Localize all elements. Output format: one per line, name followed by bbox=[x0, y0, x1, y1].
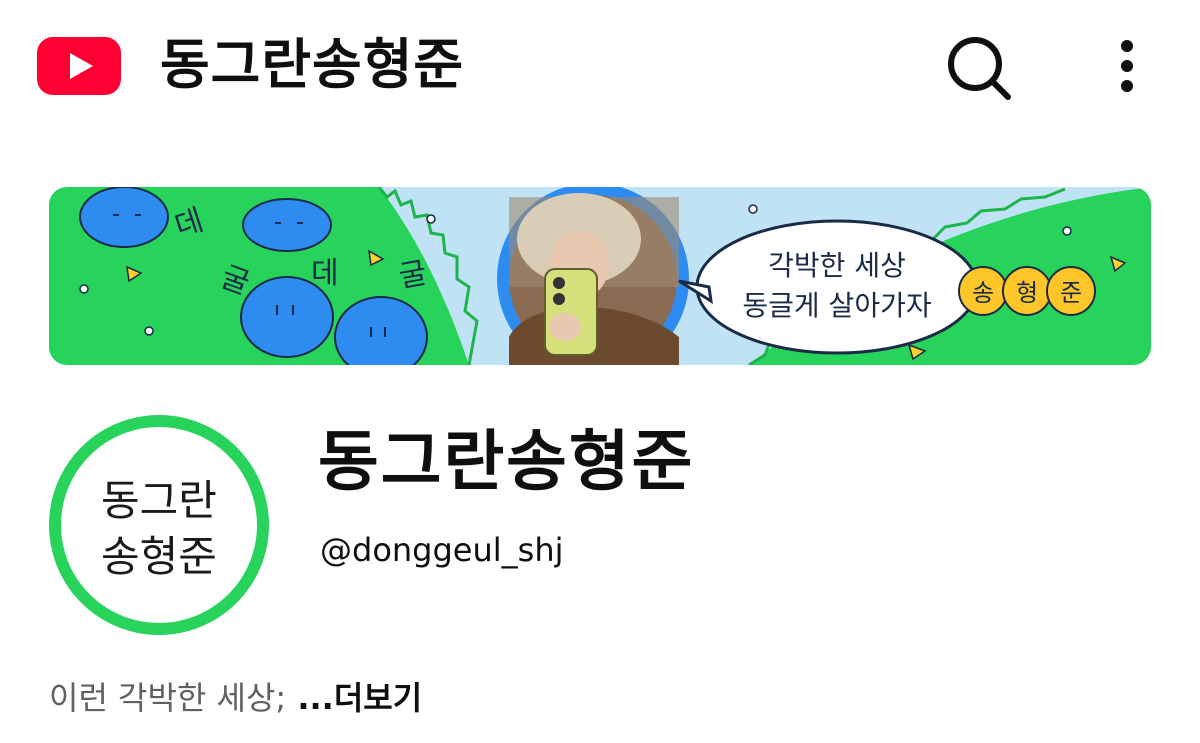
channel-name: 동그란송형준 bbox=[318, 423, 695, 500]
channel-avatar[interactable]: 동그란 송형준 bbox=[49, 415, 269, 635]
banner-side-char: 데 bbox=[311, 256, 339, 291]
channel-description-text: 이런 각박한 세상; bbox=[49, 679, 287, 717]
channel-banner: 데 굴 데 굴 각박한 세상 동글게 살아가자 송 형 준 bbox=[49, 187, 1151, 365]
search-icon bbox=[948, 37, 1011, 100]
channel-description[interactable]: 이런 각박한 세상; ...더보기 bbox=[49, 676, 422, 720]
youtube-logo-icon[interactable] bbox=[37, 37, 121, 95]
name-coin-label: 준 bbox=[1060, 279, 1082, 307]
channel-handle: @donggeul_shj bbox=[320, 531, 564, 569]
name-coins: 송 형 준 bbox=[958, 266, 1096, 316]
speech-bubble-line1: 각박한 세상 bbox=[768, 249, 906, 282]
speech-bubble-line2: 동글게 살아가자 bbox=[742, 289, 931, 322]
app-bar-title: 동그란송형준 bbox=[160, 33, 465, 96]
more-vert-icon bbox=[1121, 40, 1133, 92]
more-options-button[interactable] bbox=[1105, 36, 1149, 96]
top-app-bar: 동그란송형준 bbox=[0, 0, 1200, 130]
search-button[interactable] bbox=[945, 34, 1015, 100]
channel-page: 동그란송형준 데 굴 데 굴 각박한 세상 동글게 살아가자 송 형 준 동그란… bbox=[0, 0, 1200, 743]
avatar-text-line1: 동그란 bbox=[101, 476, 217, 525]
name-coin-label: 형 bbox=[1016, 279, 1038, 307]
name-coin-label: 송 bbox=[972, 279, 994, 307]
more-link[interactable]: ...더보기 bbox=[286, 679, 422, 717]
avatar-text-line2: 송형준 bbox=[101, 532, 217, 581]
banner-profile-photo bbox=[497, 187, 689, 365]
